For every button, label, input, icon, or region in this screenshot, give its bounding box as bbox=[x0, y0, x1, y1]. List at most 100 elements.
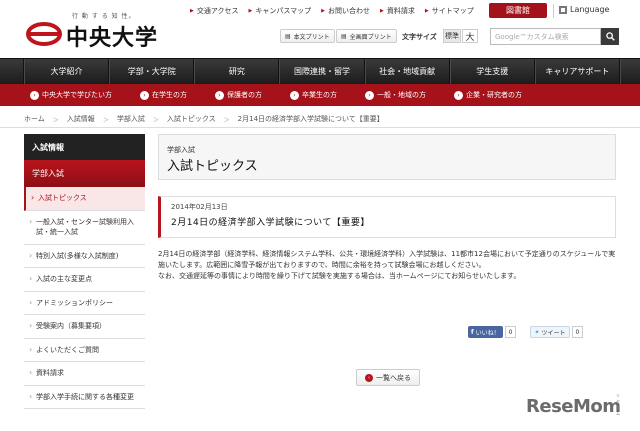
news-paragraph: 2月14日の経済学部（経済学科、経済情報システム学科、公共・環境経済学科）入学試… bbox=[158, 250, 616, 269]
breadcrumb-topics[interactable]: 入試トピックス bbox=[167, 114, 216, 124]
search-icon bbox=[605, 32, 615, 41]
news-paragraph: なお、交通遅延等の事情により時間を繰り下げて試験を実施する場合は、当ホームページ… bbox=[158, 271, 521, 280]
sidebar-item-general-exam[interactable]: 一般入試・センター試験利用入試・統一入試 bbox=[24, 210, 145, 245]
language-link[interactable]: Language bbox=[559, 5, 609, 14]
print-body-label: 本文プリント bbox=[293, 33, 330, 41]
printer-icon: ▤ bbox=[341, 32, 347, 40]
twitter-tweet: ✦ ツイート 0 bbox=[530, 326, 584, 338]
arrow-right-icon: › bbox=[290, 90, 299, 100]
twitter-icon: ✦ bbox=[534, 328, 540, 336]
font-standard-label: 標準 bbox=[445, 32, 459, 40]
search-input[interactable]: Google™カスタム検索 bbox=[490, 28, 601, 45]
page-kicker: 学部入試 bbox=[167, 146, 195, 154]
facebook-like-count: 0 bbox=[504, 326, 517, 338]
breadcrumb-separator-icon: ＞ bbox=[102, 116, 109, 124]
sidebar-item-changes[interactable]: 入試の主な変更点 bbox=[24, 268, 145, 292]
watermark-text: ReseMom bbox=[526, 396, 621, 417]
audience-label: 一般・地域の方 bbox=[377, 91, 426, 99]
breadcrumb-divider bbox=[0, 127, 640, 128]
arrow-right-icon: › bbox=[454, 90, 463, 100]
sidebar-heading[interactable]: 入試情報 bbox=[24, 134, 145, 160]
print-all-button[interactable]: ▤ 全画面プリント bbox=[336, 29, 397, 43]
language-icon bbox=[559, 5, 567, 14]
sidebar-item-special-exam[interactable]: 特別入試(多様な入試制度) bbox=[24, 244, 145, 268]
printer-icon: ▤ bbox=[285, 32, 291, 40]
back-to-list-label: 一覧へ戻る bbox=[376, 373, 411, 382]
back-to-list-button[interactable]: ‹ 一覧へ戻る bbox=[356, 369, 420, 386]
audience-prospective[interactable]: › 中央大学で学びたい方 bbox=[30, 90, 112, 100]
font-large-label: 大 bbox=[465, 32, 475, 43]
util-link-sitemap[interactable]: サイトマップ bbox=[425, 6, 474, 16]
audience-nav: › 中央大学で学びたい方 › 在学生の方 › 保護者の方 › 卒業生の方 › 一般・地域の… bbox=[0, 84, 640, 106]
main-content: 学部入試 入試トピックス 2014年02月13日 2月14日の経済学部入学試験に… bbox=[158, 134, 616, 386]
main-nav-community[interactable]: 社会・地域貢献 bbox=[364, 59, 450, 84]
audience-label: 卒業生の方 bbox=[302, 91, 337, 99]
resemom-watermark: ReseMom リセマム bbox=[526, 393, 621, 417]
sidebar-item-guide[interactable]: 受験案内（募集要項） bbox=[24, 315, 145, 339]
main-nav-faculties[interactable]: 学部・大学院 bbox=[109, 59, 195, 84]
sidebar-subheading-label: 学部入試 bbox=[32, 169, 64, 178]
main-nav-career[interactable]: キャリアサポート bbox=[534, 59, 620, 84]
site-logo[interactable]: 行 動 す る 知 性。 中央大学 bbox=[24, 8, 184, 52]
util-link-contact[interactable]: お問い合わせ bbox=[321, 6, 370, 16]
arrow-right-icon: › bbox=[140, 90, 149, 100]
print-all-label: 全画面プリント bbox=[349, 33, 392, 41]
lang-divider bbox=[553, 4, 554, 18]
sidebar-item-topics[interactable]: 入試トピックス bbox=[24, 187, 145, 211]
audience-general[interactable]: › 一般・地域の方 bbox=[365, 90, 426, 100]
library-button[interactable]: 図書館 bbox=[489, 3, 547, 18]
breadcrumb-admissions[interactable]: 入試情報 bbox=[67, 114, 95, 124]
sidebar-item-request[interactable]: 資料請求 bbox=[24, 362, 145, 386]
news-headline: 2月14日の経済学部入学試験について【重要】 bbox=[171, 218, 370, 228]
sidebar-item-admission-policy[interactable]: アドミッションポリシー bbox=[24, 291, 145, 315]
tweet-button[interactable]: ✦ ツイート bbox=[530, 326, 570, 338]
sidebar: 入試情報 学部入試 入試トピックス 一般入試・センター試験利用入試・統一入試 特… bbox=[24, 134, 145, 409]
arrow-left-icon: ‹ bbox=[365, 373, 373, 382]
breadcrumb-separator-icon: ＞ bbox=[152, 116, 159, 124]
news-body: 2月14日の経済学部（経済学科、経済情報システム学科、公共・環境経済学科）入学試… bbox=[158, 249, 616, 282]
print-body-button[interactable]: ▤ 本文プリント bbox=[280, 29, 335, 43]
util-link-access[interactable]: 交通アクセス bbox=[190, 6, 239, 16]
font-size-standard-button[interactable]: 標準 bbox=[443, 29, 461, 43]
main-nav-about[interactable]: 大学紹介 bbox=[24, 59, 110, 84]
sidebar-item-procedure-changes[interactable]: 学部入学手続に関する各種変更 bbox=[24, 385, 145, 409]
audience-label: 中央大学で学びたい方 bbox=[42, 91, 112, 99]
social-buttons: f いいね！ 0 ✦ ツイート 0 bbox=[468, 326, 584, 338]
facebook-like-label: いいね！ bbox=[475, 329, 500, 337]
arrow-right-icon: › bbox=[365, 90, 374, 100]
breadcrumb-separator-icon: ＞ bbox=[223, 116, 230, 124]
util-link-campus-map[interactable]: キャンパスマップ bbox=[249, 6, 311, 16]
audience-business[interactable]: › 企業・研究者の方 bbox=[454, 90, 522, 100]
audience-label: 在学生の方 bbox=[152, 91, 187, 99]
audience-alumni[interactable]: › 卒業生の方 bbox=[290, 90, 337, 100]
breadcrumb-undergrad[interactable]: 学部入試 bbox=[117, 114, 145, 124]
search-button[interactable] bbox=[601, 28, 619, 45]
audience-parents[interactable]: › 保護者の方 bbox=[215, 90, 262, 100]
logo-tagline: 行 動 す る 知 性。 bbox=[72, 13, 136, 20]
sidebar-subheading[interactable]: 学部入試 bbox=[24, 160, 145, 187]
breadcrumb: ホーム ＞ 入試情報 ＞ 学部入試 ＞ 入試トピックス ＞ 2月14日の経済学部… bbox=[0, 111, 640, 127]
util-link-request[interactable]: 資料請求 bbox=[380, 6, 415, 16]
sidebar-item-faq[interactable]: よくいただくご質問 bbox=[24, 338, 145, 362]
breadcrumb-current: 2月14日の経済学部入学試験について【重要】 bbox=[237, 115, 384, 123]
arrow-right-icon: › bbox=[215, 90, 224, 100]
main-nav-spacer-end bbox=[619, 59, 640, 84]
main-nav-international[interactable]: 国際連携・留学 bbox=[279, 59, 365, 84]
facebook-like-button[interactable]: f いいね！ bbox=[468, 326, 503, 338]
library-label: 図書館 bbox=[506, 6, 530, 15]
breadcrumb-home[interactable]: ホーム bbox=[24, 114, 45, 124]
facebook-like: f いいね！ 0 bbox=[468, 326, 517, 338]
main-nav-research[interactable]: 研究 bbox=[194, 59, 280, 84]
utility-links: 交通アクセス キャンパスマップ お問い合わせ 資料請求 サイトマップ bbox=[190, 6, 474, 16]
logo-mark-icon bbox=[26, 22, 62, 46]
main-nav: 大学紹介 学部・大学院 研究 国際連携・留学 社会・地域貢献 学生支援 キャリア… bbox=[0, 58, 640, 84]
main-nav-student-support[interactable]: 学生支援 bbox=[449, 59, 535, 84]
breadcrumb-separator-icon: ＞ bbox=[52, 116, 59, 124]
watermark-small: リセマム bbox=[616, 393, 620, 416]
audience-current[interactable]: › 在学生の方 bbox=[140, 90, 187, 100]
logo-name: 中央大学 bbox=[66, 26, 159, 51]
search-placeholder: Google™カスタム検索 bbox=[495, 32, 569, 41]
arrow-right-icon: › bbox=[30, 90, 39, 100]
sidebar-heading-label: 入試情報 bbox=[32, 142, 64, 152]
font-size-large-button[interactable]: 大 bbox=[462, 29, 478, 43]
